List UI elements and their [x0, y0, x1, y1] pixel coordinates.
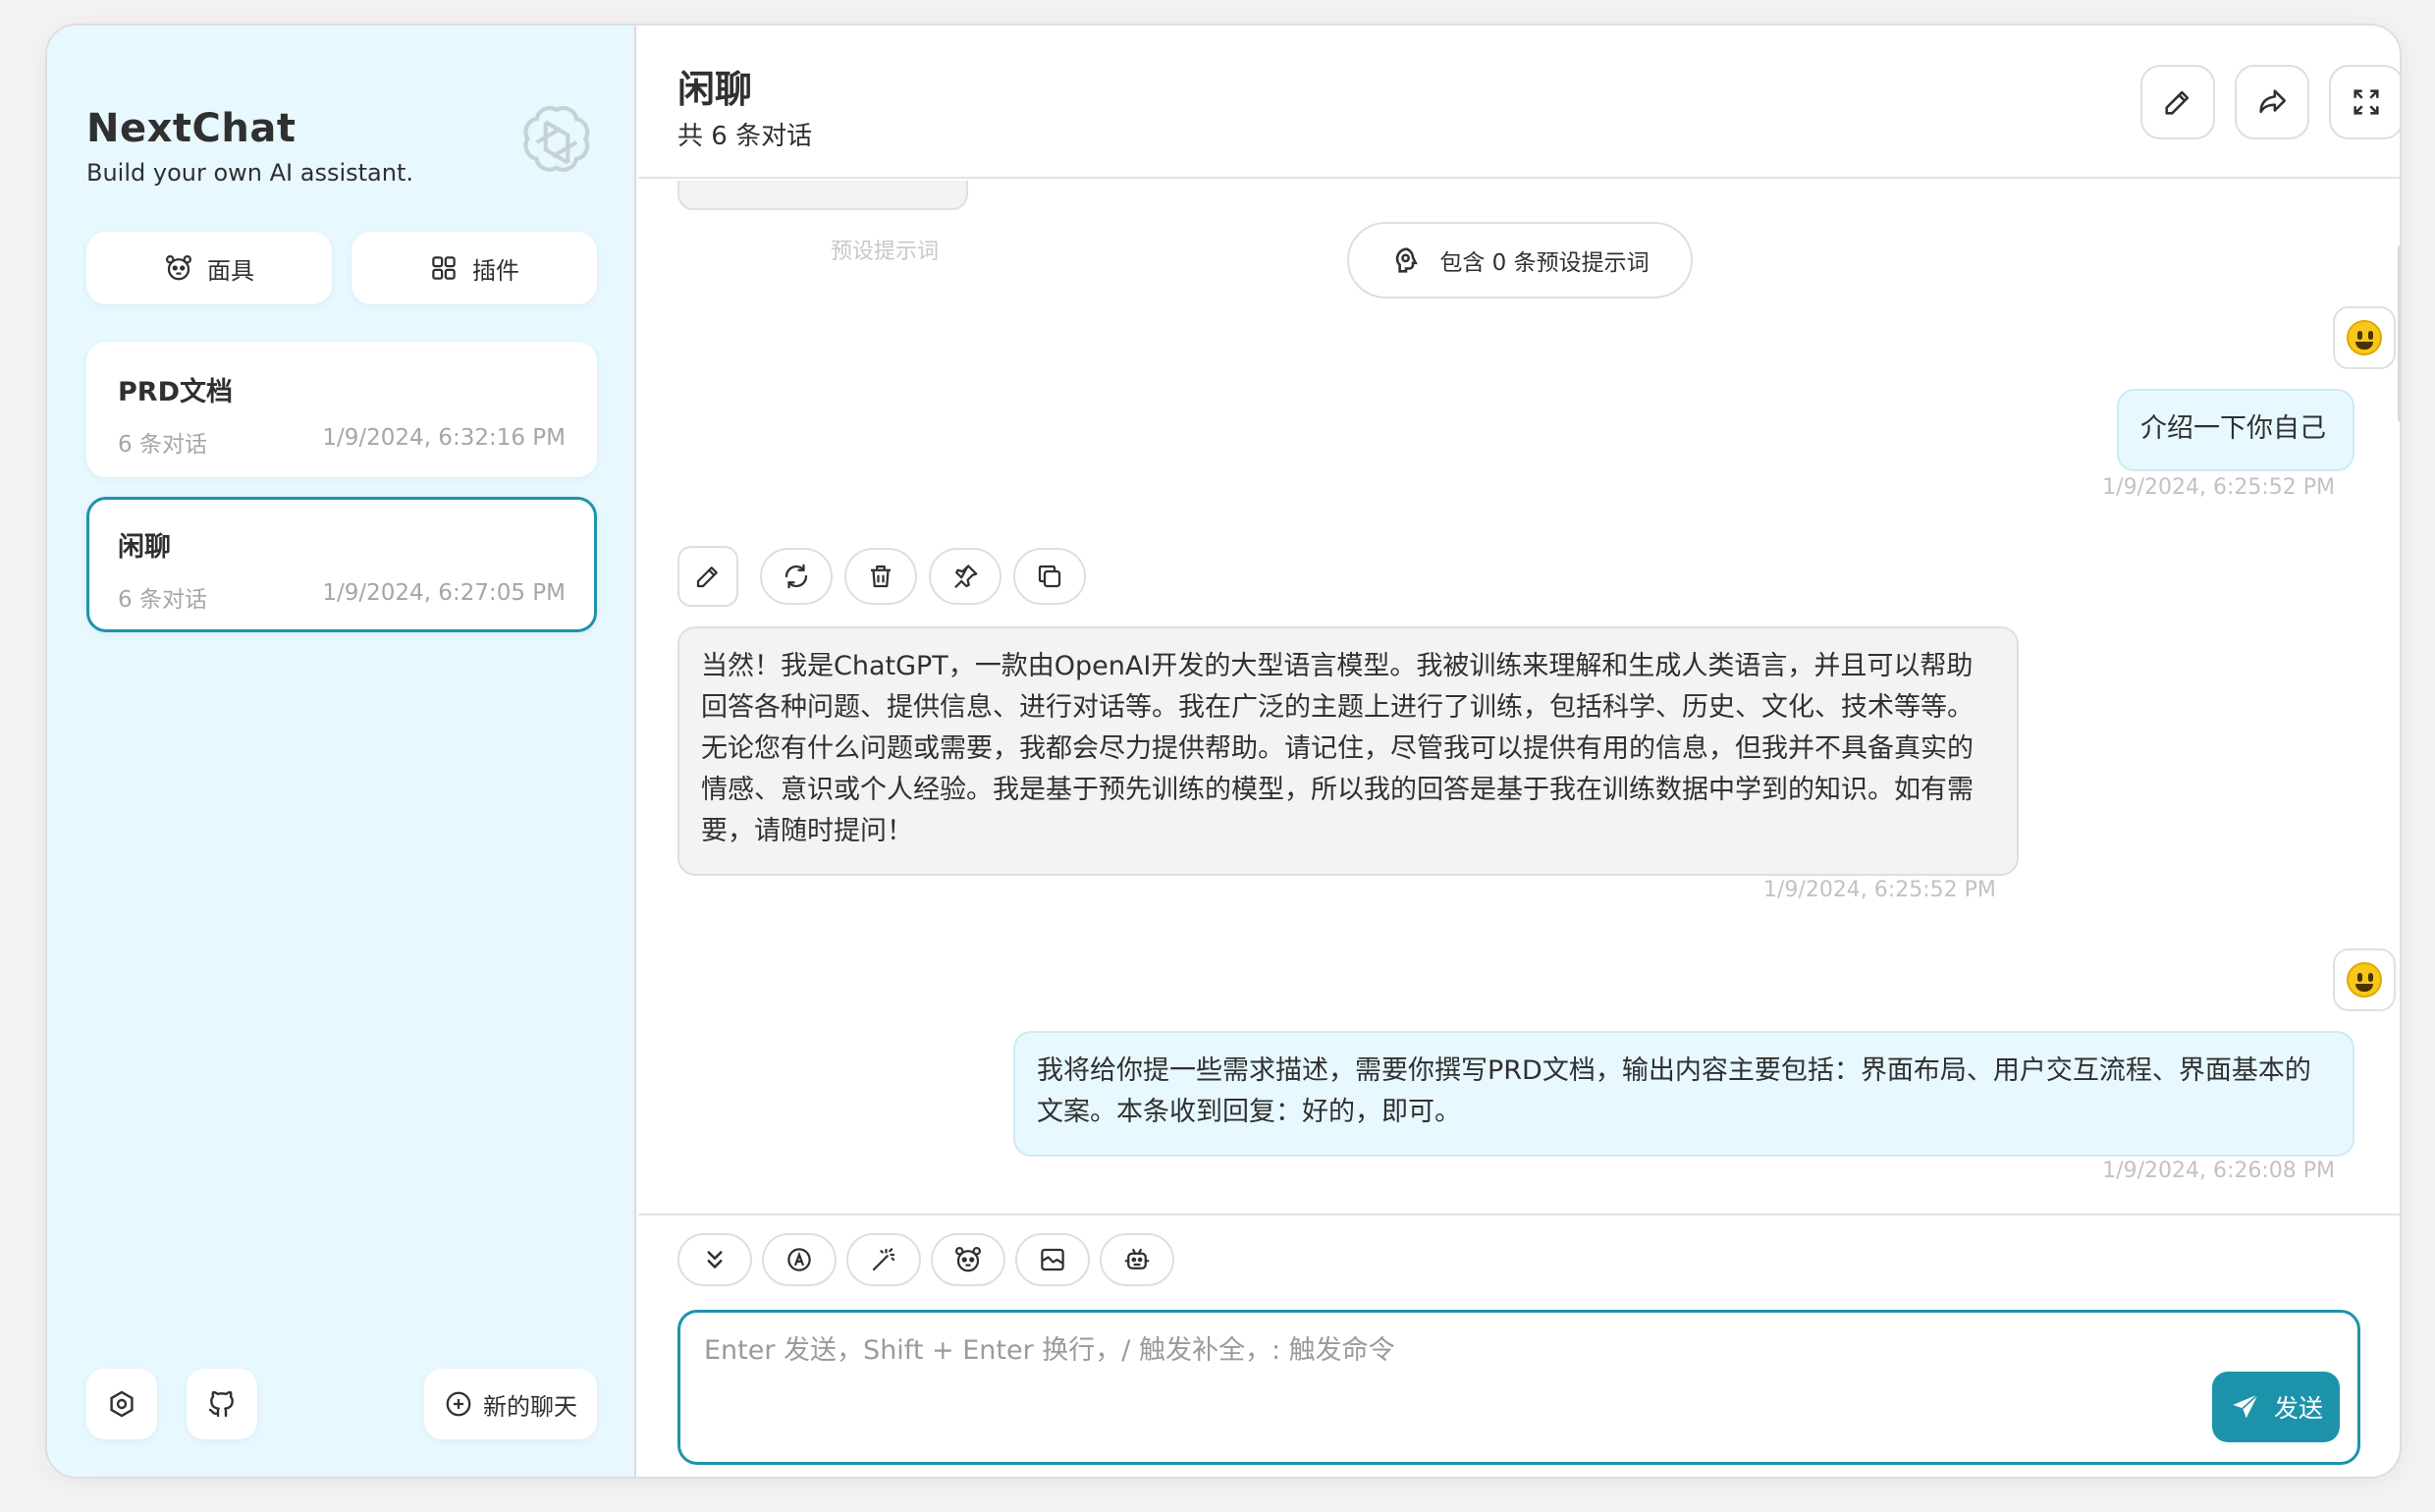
preset-message-bubble — [677, 181, 968, 210]
model-button[interactable] — [1100, 1233, 1174, 1286]
app-window: NextChat Build your own AI assistant. 面具… — [45, 24, 2402, 1479]
chat-item-title: 闲聊 — [118, 532, 171, 563]
github-button[interactable] — [187, 1369, 257, 1439]
chat-item-date: 1/9/2024, 6:27:05 PM — [322, 580, 566, 606]
add-circle-icon — [446, 1391, 471, 1417]
brand-title: NextChat — [86, 106, 297, 151]
edit-message-button[interactable] — [677, 546, 738, 607]
assistant-message-bubble: 当然！我是ChatGPT，一款由OpenAI开发的大型语言模型。我被训练来理解和… — [677, 626, 2019, 876]
send-icon — [2233, 1393, 2259, 1419]
share-icon — [2259, 89, 2287, 114]
user-message-bubble: 我将给你提一些需求描述，需要你撰写PRD文档，输出内容主要包括：界面布局、用户交… — [1013, 1031, 2354, 1157]
share-button[interactable] — [2235, 65, 2309, 139]
mask-tool-button[interactable] — [931, 1233, 1005, 1286]
pin-button[interactable] — [929, 548, 1001, 605]
chat-item-count: 6 条对话 — [118, 432, 207, 458]
message-date: 1/9/2024, 6:25:52 PM — [2102, 475, 2335, 500]
chat-main: 闲聊 共 6 条对话 预设提示词 包含 0 条预设提示词 介绍一下你自己 1/9… — [638, 26, 2400, 1477]
prompt-button[interactable] — [846, 1233, 921, 1286]
plugin-button-label: 插件 — [472, 256, 519, 285]
plugin-button[interactable]: 插件 — [352, 232, 597, 304]
magic-wand-icon — [872, 1248, 895, 1271]
chat-input[interactable] — [704, 1328, 2079, 1387]
message-date: 1/9/2024, 6:25:52 PM — [1763, 878, 1996, 902]
user-avatar — [2333, 306, 2396, 369]
mask-icon — [166, 255, 191, 281]
settings-icon — [110, 1390, 134, 1418]
grid-icon — [432, 256, 456, 280]
context-prompts-label: 包含 0 条预设提示词 — [1439, 250, 1650, 276]
mask-button-label: 面具 — [207, 256, 254, 285]
break-icon — [1041, 1248, 1064, 1271]
chat-item-casual[interactable]: 闲聊 6 条对话 1/9/2024, 6:27:05 PM — [86, 497, 597, 632]
message-list: 预设提示词 包含 0 条预设提示词 介绍一下你自己 1/9/2024, 6:25… — [638, 181, 2400, 1214]
brain-icon — [1396, 247, 1419, 273]
chat-item-title: PRD文档 — [118, 377, 233, 407]
brand-subtitle: Build your own AI assistant. — [86, 159, 413, 187]
edit-icon — [696, 567, 718, 588]
send-button-label: 发送 — [2273, 1394, 2323, 1423]
message-scrollbar[interactable] — [2398, 245, 2400, 422]
rename-button[interactable] — [2140, 65, 2215, 139]
message-date: 1/9/2024, 6:26:08 PM — [2102, 1159, 2335, 1183]
chat-subtitle: 共 6 条对话 — [677, 122, 813, 151]
maximize-icon — [2354, 89, 2379, 115]
copy-icon — [1038, 565, 1061, 588]
mask-icon — [955, 1247, 981, 1272]
chat-input-box: 发送 — [677, 1310, 2360, 1465]
sidebar: NextChat Build your own AI assistant. 面具… — [47, 26, 636, 1477]
user-avatar — [2333, 948, 2396, 1011]
input-panel: 发送 — [638, 1214, 2400, 1477]
double-chevron-down-icon — [707, 1251, 723, 1269]
smile-emoji-icon — [2347, 320, 2382, 355]
auto-theme-icon — [787, 1248, 811, 1271]
theme-button[interactable] — [762, 1233, 837, 1286]
new-chat-label: 新的聊天 — [483, 1392, 577, 1421]
user-message-bubble: 介绍一下你自己 — [2117, 389, 2354, 471]
clear-context-button[interactable] — [1015, 1233, 1090, 1286]
pin-icon — [954, 564, 978, 589]
retry-button[interactable] — [760, 548, 833, 605]
robot-icon — [1124, 1248, 1150, 1269]
refresh-icon — [785, 564, 808, 589]
send-button[interactable]: 发送 — [2212, 1372, 2340, 1442]
smile-emoji-icon — [2347, 962, 2382, 998]
chat-item-prd[interactable]: PRD文档 6 条对话 1/9/2024, 6:32:16 PM — [86, 342, 597, 477]
openai-logo-icon — [523, 106, 590, 172]
new-chat-button[interactable]: 新的聊天 — [424, 1369, 597, 1439]
trash-icon — [871, 565, 891, 588]
chat-item-count: 6 条对话 — [118, 587, 207, 613]
delete-button[interactable] — [844, 548, 917, 605]
preset-label: 预设提示词 — [831, 240, 940, 264]
mask-button[interactable]: 面具 — [86, 232, 332, 304]
github-icon — [208, 1390, 234, 1418]
edit-icon — [2165, 90, 2190, 115]
chat-header: 闲聊 共 6 条对话 — [638, 26, 2400, 179]
context-prompts-button[interactable]: 包含 0 条预设提示词 — [1347, 222, 1693, 298]
chat-item-date: 1/9/2024, 6:32:16 PM — [322, 425, 566, 451]
fullscreen-button[interactable] — [2329, 65, 2400, 139]
scroll-to-bottom-button[interactable] — [677, 1233, 752, 1286]
copy-button[interactable] — [1013, 548, 1086, 605]
settings-button[interactable] — [86, 1369, 157, 1439]
chat-title[interactable]: 闲聊 — [677, 59, 752, 113]
